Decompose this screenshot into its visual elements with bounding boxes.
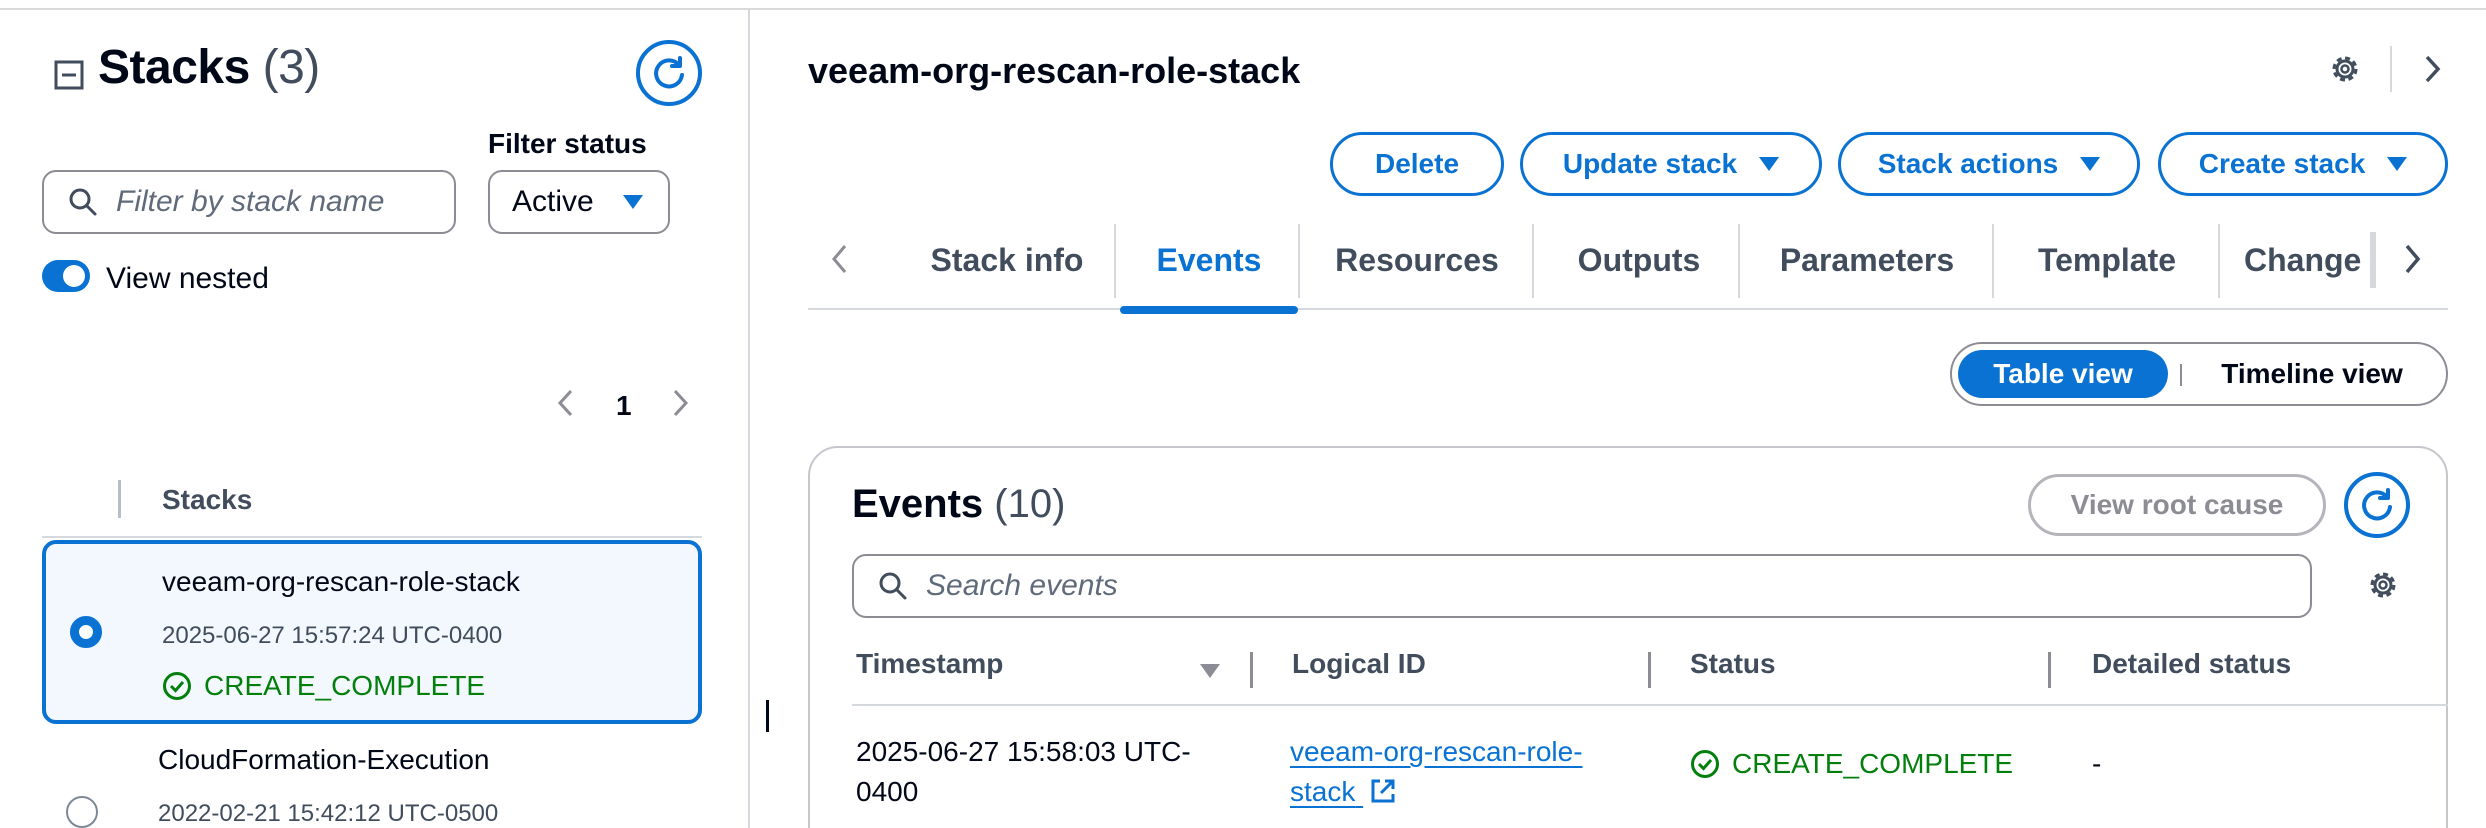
tab-parameters[interactable]: Parameters	[1740, 210, 1994, 310]
tab-resources[interactable]: Resources	[1300, 210, 1534, 310]
refresh-icon	[2362, 488, 2392, 521]
stack-status-text: CREATE_COMPLETE	[204, 670, 486, 701]
logical-id-text: veeam-org-rescan-role-stack	[1290, 736, 1583, 807]
stack-name: veeam-org-rescan-role-stack	[162, 566, 520, 597]
filter-status-value: Active	[512, 185, 594, 218]
table-view-button[interactable]: Table view	[1958, 350, 2168, 398]
tab-overflow-divider	[2370, 232, 2376, 288]
stack-tabs: Stack info Events Resources Outputs Para…	[808, 210, 2448, 314]
success-check-icon	[163, 672, 191, 700]
stack-created-date: 2022-02-21 15:42:12 UTC-0500	[158, 800, 499, 827]
tab-divider	[1114, 224, 1116, 298]
create-stack-button[interactable]: Create stack	[2158, 132, 2448, 196]
stack-search-input[interactable]	[116, 185, 436, 219]
stack-actions-label: Stack actions	[1877, 148, 2059, 179]
view-nested-label: View nested	[106, 262, 269, 295]
update-stack-button[interactable]: Update stack	[1520, 132, 1822, 196]
column-header-logical-id[interactable]: Logical ID	[1292, 648, 1426, 680]
events-search-box[interactable]	[852, 554, 2312, 618]
refresh-events-button[interactable]	[2344, 472, 2410, 538]
success-check-icon	[1691, 750, 1719, 778]
stack-radio[interactable]	[66, 796, 98, 828]
caret-down-icon	[2080, 157, 2101, 171]
view-mode-toggle: Table view Timeline view	[1950, 342, 2448, 406]
stack-radio-selected[interactable]	[70, 616, 102, 648]
refresh-stacks-button[interactable]	[636, 40, 702, 106]
events-count: (10)	[994, 482, 1066, 526]
stack-count: (3)	[262, 41, 321, 94]
table-header-divider	[852, 704, 2448, 706]
delete-button-label: Delete	[1374, 148, 1460, 179]
stack-created-date: 2025-06-27 15:57:24 UTC-0400	[162, 622, 503, 649]
segment-divider	[2180, 364, 2182, 386]
view-root-cause-button[interactable]: View root cause	[2028, 474, 2326, 536]
stack-name: CloudFormation-Execution	[158, 744, 490, 775]
column-header-status[interactable]: Status	[1690, 648, 1776, 680]
caret-down-icon	[2387, 157, 2408, 171]
column-divider[interactable]	[2048, 652, 2051, 688]
column-divider[interactable]	[1250, 652, 1253, 688]
caret-down-icon	[1759, 157, 1780, 171]
stack-search-box[interactable]	[42, 170, 456, 234]
stack-list-item[interactable]: veeam-org-rescan-role-stack 2025-06-27 1…	[42, 540, 702, 724]
search-icon	[69, 188, 97, 216]
external-link-icon	[1371, 779, 1395, 803]
search-icon	[879, 572, 907, 600]
gear-icon[interactable]	[2328, 52, 2362, 86]
event-detailed-status: -	[2092, 748, 2102, 779]
event-timestamp: 2025-06-27 15:58:03 UTC-0400	[856, 736, 1191, 807]
event-status-text: CREATE_COMPLETE	[1732, 748, 2014, 779]
stack-actions-button[interactable]: Stack actions	[1838, 132, 2140, 196]
stacks-panel: Stacks (3) Filter status Active View nes…	[0, 10, 750, 828]
top-border	[0, 0, 2486, 10]
refresh-icon	[654, 56, 684, 89]
stack-detail-title: veeam-org-rescan-role-stack	[808, 50, 1301, 91]
chevron-left-icon[interactable]	[556, 388, 576, 418]
panel-title: Stacks (3)	[98, 40, 320, 95]
column-divider[interactable]	[1648, 652, 1651, 688]
caret-down-icon	[623, 195, 643, 209]
filter-status-label: Filter status	[488, 128, 647, 159]
header-divider	[2390, 46, 2392, 92]
collapse-icon[interactable]	[54, 60, 84, 90]
chevron-right-icon[interactable]	[670, 388, 690, 418]
column-header-detailed-status[interactable]: Detailed status	[2092, 648, 2291, 680]
chevron-right-icon[interactable]	[2422, 54, 2442, 84]
list-divider	[42, 536, 702, 538]
event-logical-id-link[interactable]: veeam-org-rescan-role-stack	[1290, 732, 1610, 812]
events-title-text: Events	[852, 482, 984, 526]
tab-template[interactable]: Template	[1994, 210, 2220, 310]
panel-title-text: Stacks	[98, 41, 250, 94]
stacks-column-header: Stacks	[162, 484, 253, 515]
update-stack-label: Update stack	[1562, 148, 1738, 179]
toggle-knob	[63, 265, 85, 287]
events-search-input[interactable]	[926, 569, 2226, 603]
gear-icon[interactable]	[2366, 568, 2400, 602]
events-container: Events (10) View root cause Timestamp Lo…	[808, 446, 2448, 828]
events-heading: Events (10)	[852, 482, 1065, 527]
column-header-timestamp[interactable]: Timestamp	[856, 648, 1003, 680]
chevron-left-icon[interactable]	[830, 242, 850, 276]
column-divider	[118, 480, 121, 518]
filter-status-select[interactable]: Active	[488, 170, 670, 234]
create-stack-label: Create stack	[2198, 148, 2366, 179]
event-status: CREATE_COMPLETE	[1690, 748, 2013, 780]
panel-resize-handle[interactable]	[766, 700, 769, 732]
delete-button[interactable]: Delete	[1330, 132, 1504, 196]
chevron-right-icon[interactable]	[2402, 242, 2422, 276]
tab-outputs[interactable]: Outputs	[1534, 210, 1744, 310]
page-number[interactable]: 1	[616, 390, 632, 422]
sort-descending-icon[interactable]	[1200, 664, 1220, 678]
view-nested-toggle[interactable]	[42, 260, 90, 292]
stack-list-item[interactable]: CloudFormation-Execution 2022-02-21 15:4…	[42, 728, 702, 828]
timeline-view-button[interactable]: Timeline view	[2192, 350, 2432, 398]
tab-stack-info[interactable]: Stack info	[882, 210, 1132, 310]
tab-events[interactable]: Events	[1120, 210, 1298, 314]
stack-status: CREATE_COMPLETE	[162, 670, 485, 702]
